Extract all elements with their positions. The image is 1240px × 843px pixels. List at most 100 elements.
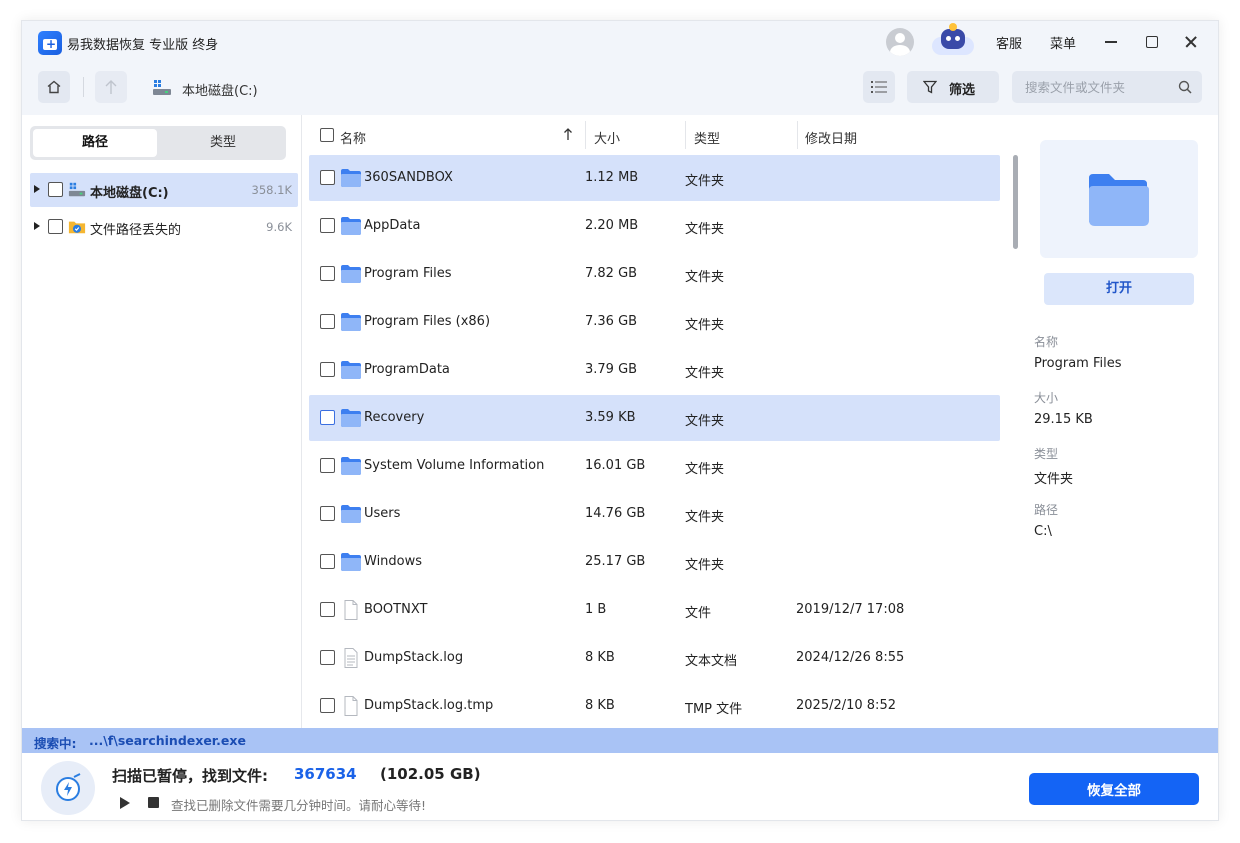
- row-checkbox[interactable]: [320, 218, 335, 233]
- tree-item-local-disk[interactable]: 本地磁盘(C:) 358.1K: [30, 173, 298, 207]
- found-file-size: (102.05 GB): [380, 765, 481, 783]
- row-checkbox[interactable]: [320, 410, 335, 425]
- row-checkbox[interactable]: [320, 506, 335, 521]
- file-type: TMP 文件: [685, 702, 743, 717]
- prop-name-label: 名称: [1034, 335, 1059, 349]
- list-header: 名称 大小 类型 修改日期: [303, 115, 1018, 155]
- row-checkbox[interactable]: [320, 170, 335, 185]
- row-checkbox[interactable]: [320, 458, 335, 473]
- file-name: Windows: [364, 554, 423, 569]
- preview-pane: 打开 名称 Program Files 大小 29.15 KB 类型 文件夹 路…: [1019, 115, 1218, 728]
- tree-checkbox[interactable]: [48, 219, 63, 234]
- select-all-checkbox[interactable]: [320, 128, 334, 142]
- expand-caret-icon[interactable]: [34, 185, 40, 193]
- sort-ascending-icon[interactable]: [563, 127, 573, 141]
- folder-icon: [340, 312, 362, 332]
- file-type: 文件夹: [685, 174, 725, 189]
- support-link[interactable]: 客服: [996, 33, 1022, 52]
- file-size: 3.59 KB: [585, 410, 636, 425]
- maximize-icon[interactable]: [1141, 31, 1163, 53]
- file-list: 名称 大小 类型 修改日期 360SANDBOX 1.12 MB 文件夹 AppDat…: [303, 115, 1018, 728]
- folder-icon: [1089, 174, 1149, 226]
- file-row[interactable]: DumpStack.log.tmp 8 KB TMP 文件 2025/2/10 8:5…: [309, 683, 1000, 728]
- column-header-modified[interactable]: 修改日期: [805, 128, 857, 147]
- file-row[interactable]: Program Files 7.82 GB 文件夹: [309, 251, 1000, 297]
- tree-item-lost-path[interactable]: 文件路径丢失的 9.6K: [30, 210, 298, 244]
- file-row[interactable]: System Volume Information 16.01 GB 文件夹: [309, 443, 1000, 489]
- close-icon[interactable]: [1180, 31, 1202, 53]
- expand-caret-icon[interactable]: [34, 222, 40, 230]
- file-name: Program Files: [364, 266, 452, 281]
- search-input[interactable]: [1012, 71, 1172, 103]
- file-row[interactable]: Program Files (x86) 7.36 GB 文件夹: [309, 299, 1000, 345]
- file-size: 14.76 GB: [585, 506, 646, 521]
- prop-path-value: C:\: [1034, 524, 1052, 539]
- search-icon[interactable]: [1178, 80, 1192, 94]
- tree-checkbox[interactable]: [48, 182, 63, 197]
- file-rows: 360SANDBOX 1.12 MB 文件夹 AppData 2.20 MB 文件夹 Pro…: [303, 155, 1018, 728]
- file-row[interactable]: Recovery 3.59 KB 文件夹: [309, 395, 1000, 441]
- column-header-type[interactable]: 类型: [694, 128, 720, 147]
- filter-button[interactable]: 筛选: [907, 71, 999, 103]
- file-name: Program Files (x86): [364, 314, 491, 329]
- row-checkbox[interactable]: [320, 650, 335, 665]
- up-level-button[interactable]: [95, 71, 127, 103]
- home-button[interactable]: [38, 71, 70, 103]
- row-checkbox[interactable]: [320, 602, 335, 617]
- filter-icon: [923, 80, 937, 94]
- arrow-up-icon: [105, 80, 117, 94]
- folder-icon: [340, 504, 362, 524]
- file-row[interactable]: BOOTNXT 1 B 文件 2019/12/7 17:08: [309, 587, 1000, 633]
- file-size: 1 B: [585, 602, 607, 617]
- file-row[interactable]: AppData 2.20 MB 文件夹: [309, 203, 1000, 249]
- row-checkbox[interactable]: [320, 314, 335, 329]
- searching-label: 搜索中:: [34, 736, 77, 751]
- file-type: 文件: [685, 606, 712, 621]
- row-checkbox[interactable]: [320, 362, 335, 377]
- searching-path: ...\f\searchindexer.exe: [89, 733, 246, 748]
- row-checkbox[interactable]: [320, 554, 335, 569]
- file-row[interactable]: DumpStack.log 8 KB 文本文档 2024/12/26 8:55: [309, 635, 1000, 681]
- file-modified: 2019/12/7 17:08: [796, 602, 905, 617]
- file-type: 文本文档: [685, 654, 738, 669]
- file-row[interactable]: Windows 25.17 GB 文件夹: [309, 539, 1000, 585]
- breadcrumb[interactable]: 本地磁盘(C:): [182, 80, 258, 99]
- column-divider[interactable]: [685, 121, 686, 149]
- file-row[interactable]: 360SANDBOX 1.12 MB 文件夹: [309, 155, 1000, 201]
- menu-link[interactable]: 菜单: [1050, 33, 1076, 52]
- file-row[interactable]: ProgramData 3.79 GB 文件夹: [309, 347, 1000, 393]
- stop-scan-icon[interactable]: [148, 797, 159, 808]
- tab-path[interactable]: 路径: [33, 129, 157, 157]
- folder-icon: [340, 360, 362, 380]
- tab-type[interactable]: 类型: [161, 129, 285, 157]
- home-icon: [47, 80, 61, 94]
- file-type: 文件夹: [685, 510, 725, 525]
- row-checkbox[interactable]: [320, 266, 335, 281]
- filter-label: 筛选: [949, 83, 976, 98]
- minimize-icon[interactable]: [1100, 31, 1122, 53]
- resume-scan-icon[interactable]: [120, 797, 130, 809]
- column-divider[interactable]: [797, 121, 798, 149]
- scan-status-title: 扫描已暂停，找到文件:: [112, 767, 268, 785]
- preview-thumbnail: [1040, 140, 1198, 258]
- app-title: 易我数据恢复 专业版 终身: [67, 38, 219, 53]
- mascot-icon[interactable]: [930, 23, 976, 57]
- app-logo-icon: [38, 31, 62, 55]
- column-header-name[interactable]: 名称: [340, 128, 366, 147]
- folder-icon: [340, 264, 362, 284]
- list-view-button[interactable]: [863, 71, 895, 103]
- found-file-count: 367634: [294, 765, 357, 783]
- tree-item-label: 本地磁盘(C:): [90, 186, 169, 201]
- file-modified: 2025/2/10 8:52: [796, 698, 896, 713]
- column-header-size[interactable]: 大小: [594, 128, 620, 147]
- recover-all-button[interactable]: 恢复全部: [1029, 773, 1199, 805]
- file-type: 文件夹: [685, 222, 725, 237]
- open-button[interactable]: 打开: [1044, 273, 1194, 305]
- column-divider[interactable]: [585, 121, 586, 149]
- user-avatar[interactable]: [886, 28, 914, 56]
- vertical-scrollbar[interactable]: [1013, 155, 1018, 249]
- file-row[interactable]: Users 14.76 GB 文件夹: [309, 491, 1000, 537]
- file-size: 1.12 MB: [585, 170, 639, 185]
- row-checkbox[interactable]: [320, 698, 335, 713]
- file-size: 2.20 MB: [585, 218, 639, 233]
